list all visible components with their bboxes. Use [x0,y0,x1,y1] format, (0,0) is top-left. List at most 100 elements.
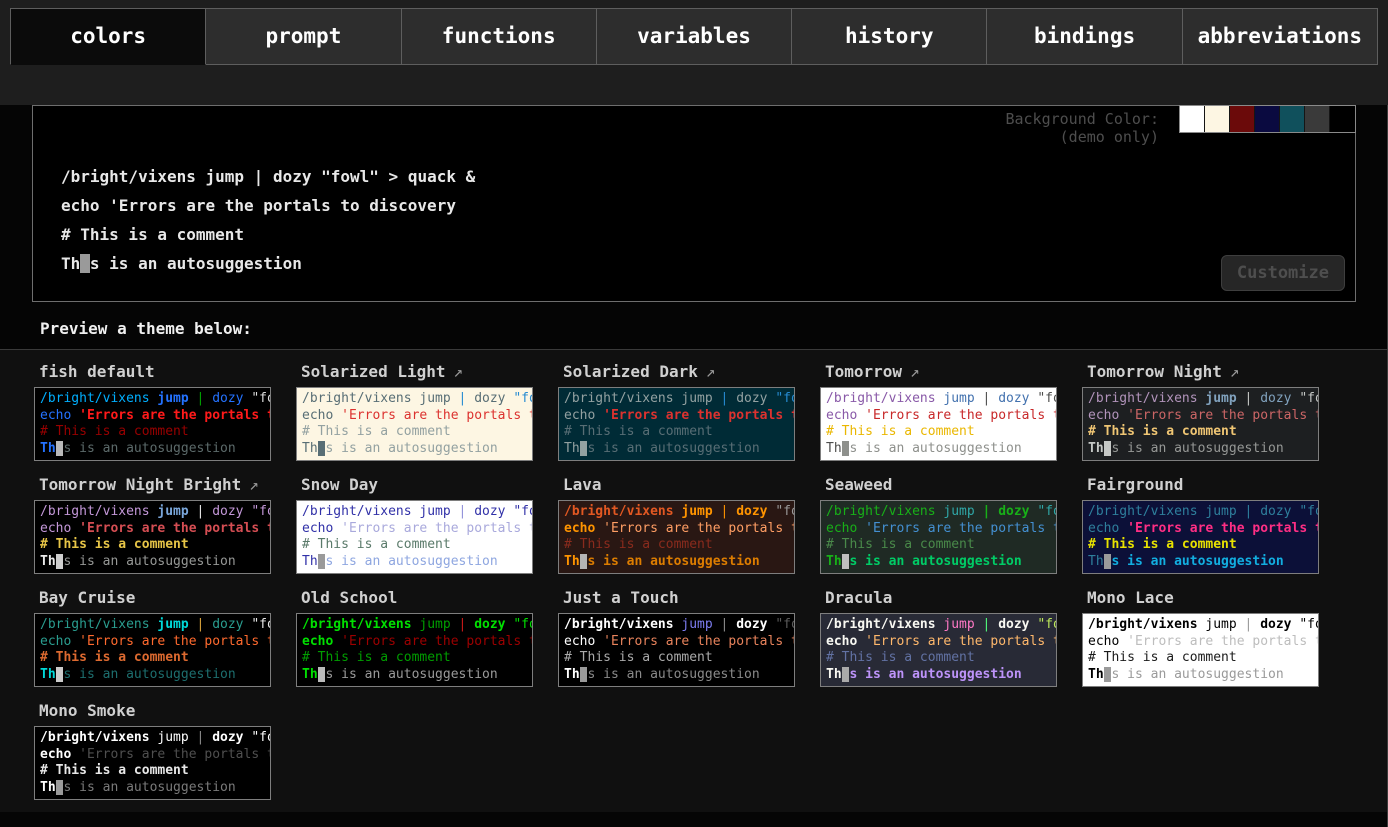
token-echo: echo [40,747,79,762]
sample-line4: This is an autosuggestion [826,554,1051,571]
theme-preview-tomorrow[interactable]: /bright/vixens jump | dozy "fowl" > quac… [820,387,1057,461]
token-dozy: dozy [212,391,251,406]
token-pipe: | [197,504,213,519]
theme-name: Bay Cruise [39,588,135,607]
token-autosuggestion: s is an autosuggestion [63,441,235,456]
token-jump: jump [157,617,196,632]
theme-preview-solarized-dark[interactable]: /bright/vixens jump | dozy "fowl" > quac… [558,387,795,461]
theme-title-old-school: Old School [296,583,558,613]
token-path: /bright/vixens [302,391,419,406]
bg-swatch-teal[interactable] [1280,106,1305,132]
theme-preview-tomorrow-night[interactable]: /bright/vixens jump | dozy "fowl" > quac… [1082,387,1319,461]
theme-preview-mono-smoke[interactable]: /bright/vixens jump | dozy "fowl" > quac… [34,726,271,800]
token-path: /bright/vixens [826,617,943,632]
token-jump: jump [419,504,458,519]
bg-swatch-charcoal[interactable] [1305,106,1330,132]
sample-line2: echo 'Errors are the portals to discover… [302,521,527,538]
token-autosuggestion: s is an autosuggestion [1111,554,1283,569]
sample-line2: echo 'Errors are the portals to discover… [564,521,789,538]
tab-abbreviations[interactable]: abbreviations [1183,8,1378,65]
external-link-icon[interactable]: ↗ [249,475,259,494]
theme-preview-lava[interactable]: /bright/vixens jump | dozy "fowl" > quac… [558,500,795,574]
theme-preview-snow-day[interactable]: /bright/vixens jump | dozy "fowl" > quac… [296,500,533,574]
token-comment: # This is a comment [40,424,189,439]
token-pipe: | [721,391,737,406]
bg-swatch-navy[interactable] [1255,106,1280,132]
sample-line4: This is an autosuggestion [826,441,1051,458]
token-path: /bright/vixens [302,504,419,519]
theme-name: Dracula [825,588,892,607]
sample-line2: echo 'Errors are the portals to discover… [826,634,1051,651]
token-typed: Th [302,441,318,456]
theme-card-solarized-dark: Solarized Dark↗/bright/vixens jump | doz… [558,357,820,461]
theme-preview-mono-lace[interactable]: /bright/vixens jump | dozy "fowl" > quac… [1082,613,1319,687]
external-link-icon[interactable]: ↗ [706,362,716,381]
tab-prompt[interactable]: prompt [206,8,401,65]
theme-card-just-a-touch: Just a Touch/bright/vixens jump | dozy "… [558,583,820,687]
token-typed: Th [826,554,842,569]
token-jump: jump [1205,617,1244,632]
token-dozy: dozy [736,617,775,632]
customize-button[interactable]: Customize [1221,255,1345,291]
sample-line3: # This is a comment [564,424,789,441]
theme-title-dracula: Dracula [820,583,1082,613]
token-typed: Th [564,667,580,682]
sample-line2: echo 'Errors are the portals to discover… [1088,634,1313,651]
tab-functions[interactable]: functions [402,8,597,65]
token-quote: "fowl" [1037,617,1057,632]
token-dozy: dozy [998,391,1037,406]
sample-line3: # This is a comment [826,537,1051,554]
sample-line1: /bright/vixens jump | dozy "fowl" > quac… [1088,504,1313,521]
sample-line2: echo 'Errors are the portals to discover… [40,634,265,651]
bg-swatch-maroon[interactable] [1230,106,1255,132]
tab-colors[interactable]: colors [10,8,206,65]
token-pipe: | [983,391,999,406]
token-echo: echo [826,634,865,649]
bg-swatch-white[interactable] [1180,106,1205,132]
token-string: 'Errors are the portals to discovery [603,408,795,423]
token-string: 'Errors are the portals to discovery [603,521,795,536]
sample-line3: # This is a comment [1088,650,1313,667]
theme-preview-just-a-touch[interactable]: /bright/vixens jump | dozy "fowl" > quac… [558,613,795,687]
theme-preview-old-school[interactable]: /bright/vixens jump | dozy "fowl" > quac… [296,613,533,687]
token-pipe: | [197,617,213,632]
sample-line1: /bright/vixens jump | dozy "fowl" > quac… [1088,391,1313,408]
token-jump: jump [943,504,982,519]
tab-history[interactable]: history [792,8,987,65]
token-echo: echo [1088,408,1127,423]
bg-swatch-black[interactable] [1330,106,1355,132]
theme-preview-seaweed[interactable]: /bright/vixens jump | dozy "fowl" > quac… [820,500,1057,574]
sample-line3: # This is a comment [826,650,1051,667]
theme-name: Lava [563,475,602,494]
external-link-icon[interactable]: ↗ [910,362,920,381]
theme-preview-solarized-light[interactable]: /bright/vixens jump | dozy "fowl" > quac… [296,387,533,461]
token-jump: jump [943,391,982,406]
token-dozy: dozy [474,617,513,632]
token-echo: echo [1088,521,1127,536]
token-string: 'Errors are the portals to discovery [341,408,533,423]
token-pipe: | [1245,617,1261,632]
token-dozy: dozy [212,617,251,632]
external-link-icon[interactable]: ↗ [1230,362,1240,381]
terminal-preview: /bright/vixens jump | dozy "fowl" > quac… [61,162,475,278]
token-path: /bright/vixens [40,391,157,406]
external-link-icon[interactable]: ↗ [454,362,464,381]
theme-name: Mono Lace [1087,588,1174,607]
theme-preview-tomorrow-night-bright[interactable]: /bright/vixens jump | dozy "fowl" > quac… [34,500,271,574]
theme-title-fairground: Fairground [1082,470,1344,500]
theme-card-tomorrow: Tomorrow↗/bright/vixens jump | dozy "fow… [820,357,1082,461]
theme-title-seaweed: Seaweed [820,470,1082,500]
tab-variables[interactable]: variables [597,8,792,65]
tab-bindings[interactable]: bindings [987,8,1182,65]
theme-preview-fairground[interactable]: /bright/vixens jump | dozy "fowl" > quac… [1082,500,1319,574]
theme-preview-fish-default[interactable]: /bright/vixens jump | dozy "fowl" > quac… [34,387,271,461]
theme-preview-bay-cruise[interactable]: /bright/vixens jump | dozy "fowl" > quac… [34,613,271,687]
token-path: /bright/vixens [826,504,943,519]
theme-preview-dracula[interactable]: /bright/vixens jump | dozy "fowl" > quac… [820,613,1057,687]
theme-card-old-school: Old School/bright/vixens jump | dozy "fo… [296,583,558,687]
fish-config-app: colorspromptfunctionsvariableshistorybin… [0,0,1388,827]
bg-swatch-cream[interactable] [1205,106,1230,132]
theme-card-tomorrow-night-bright: Tomorrow Night Bright↗/bright/vixens jum… [34,470,296,574]
token-comment: # This is a comment [302,650,451,665]
token-path: /bright/vixens [40,617,157,632]
